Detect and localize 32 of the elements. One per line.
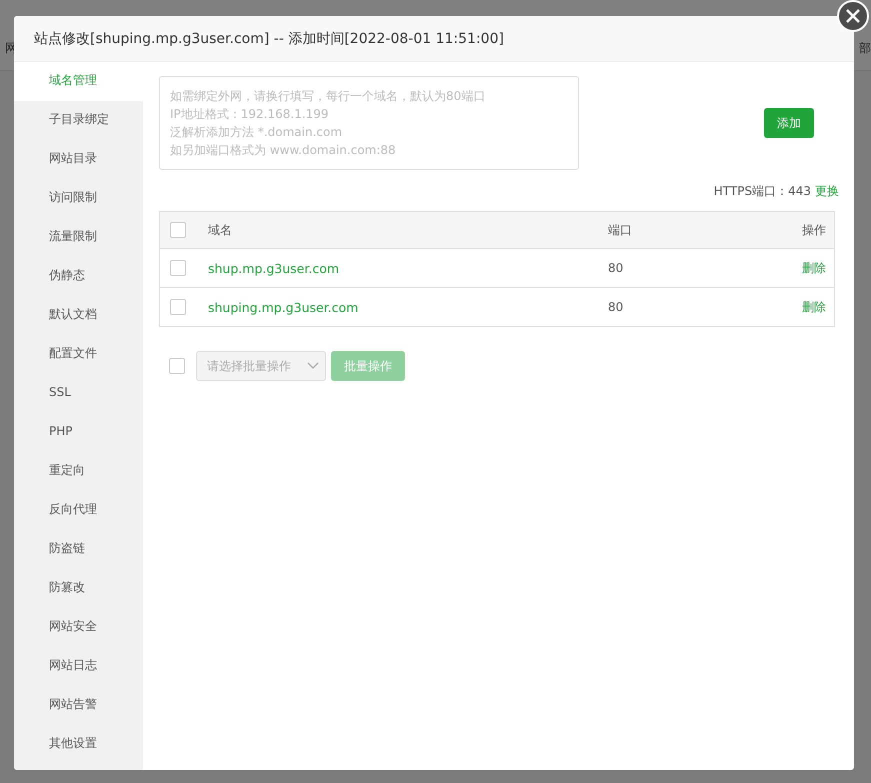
sidebar-item[interactable]: 网站安全: [14, 608, 143, 647]
caret-icon: [307, 362, 319, 370]
sidebar-item[interactable]: PHP: [14, 413, 143, 452]
close-icon[interactable]: [837, 0, 869, 32]
sidebar-item[interactable]: 防盗链: [14, 530, 143, 569]
table-cell-text: 80: [608, 300, 624, 314]
sidebar-item[interactable]: 子目录绑定: [14, 101, 143, 140]
sidebar-item[interactable]: 网站告警: [14, 686, 143, 725]
background-text: 部: [859, 40, 871, 57]
sidebar-item[interactable]: 默认文档: [14, 296, 143, 335]
column-header: 域名: [208, 222, 233, 238]
column-header: 端口: [608, 222, 633, 238]
table-cell-text: 80: [608, 261, 624, 275]
sidebar-item[interactable]: 重定向: [14, 452, 143, 491]
domain-input[interactable]: 如需绑定外网，请换行填写，每行一个域名，默认为80端口 IP地址格式：192.168.1.199 泛解析添加方法 *.domain.com 如另加端口格式为 www.domain.com:88: [159, 76, 579, 170]
sidebar-item[interactable]: 流量限制: [14, 218, 143, 257]
sidebar-item[interactable]: 配置文件: [14, 335, 143, 374]
sidebar-item[interactable]: 防篡改: [14, 569, 143, 608]
sidebar-item[interactable]: 反向代理: [14, 491, 143, 530]
checkbox[interactable]: [170, 299, 186, 315]
sidebar-item[interactable]: 网站日志: [14, 647, 143, 686]
checkbox[interactable]: [170, 222, 186, 238]
sidebar-item[interactable]: SSL: [14, 374, 143, 413]
sidebar-item[interactable]: 伪静态: [14, 257, 143, 296]
checkbox[interactable]: [170, 260, 186, 276]
sidebar-item[interactable]: 其他设置: [14, 725, 143, 764]
column-header: 操作: [801, 222, 827, 238]
sidebar-item[interactable]: 访问限制: [14, 179, 143, 218]
sidebar-item[interactable]: 网站目录: [14, 140, 143, 179]
dialog-title: 站点修改[shuping.mp.g3user.com] -- 添加时间[2022-08-01 11:51:00]: [34, 30, 504, 48]
https-port-label: HTTPS端口：443: [714, 184, 811, 198]
change-link[interactable]: 更换: [815, 184, 839, 198]
